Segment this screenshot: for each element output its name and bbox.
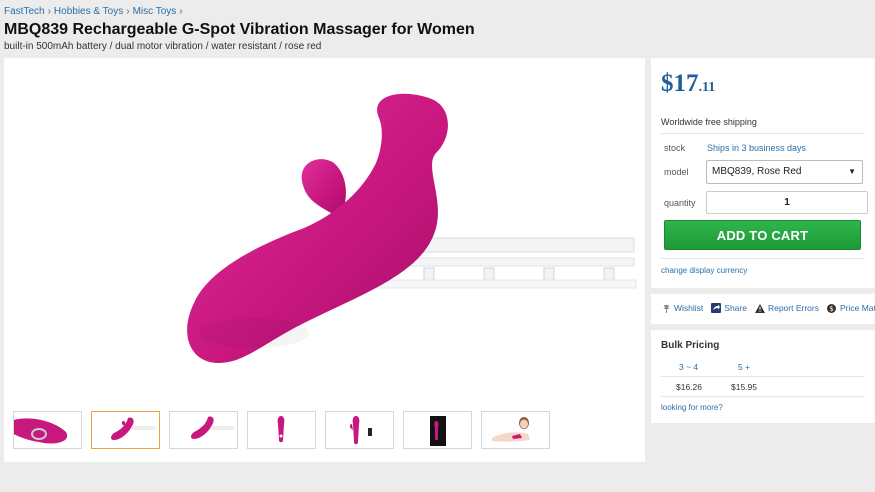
- breadcrumb-hobbies-toys[interactable]: Hobbies & Toys: [54, 6, 123, 17]
- share-icon: [711, 303, 722, 313]
- stock-value: Ships in 3 business days: [707, 143, 807, 153]
- pin-icon: [661, 303, 671, 313]
- stock-label: stock: [664, 143, 686, 153]
- price-main: $17: [661, 70, 699, 97]
- bulk-tier-price: $16.26: [676, 382, 702, 392]
- breadcrumb: FastTech › Hobbies & Toys › Misc Toys ›: [4, 6, 186, 17]
- breadcrumb-separator: ›: [126, 6, 130, 17]
- bulk-tier-range: 3 ~ 4: [679, 362, 699, 372]
- thumbnail-strip: [13, 411, 550, 449]
- thumbnail[interactable]: [13, 411, 82, 449]
- thumbnail[interactable]: [403, 411, 472, 449]
- price-tag-icon: $: [827, 303, 837, 313]
- quantity-label: quantity: [664, 198, 696, 208]
- breadcrumb-misc-toys[interactable]: Misc Toys: [133, 6, 177, 17]
- product-title: MBQ839 Rechargeable G-Spot Vibration Mas…: [4, 21, 475, 38]
- bulk-tier-range: 5 +: [738, 362, 751, 372]
- chevron-down-icon: ▼: [848, 167, 856, 176]
- divider: [661, 258, 864, 259]
- wishlist-link[interactable]: Wishlist: [661, 303, 703, 313]
- breadcrumb-separator: ›: [47, 6, 51, 17]
- model-select-value: MBQ839, Rose Red: [712, 166, 802, 177]
- looking-for-more-link[interactable]: looking for more?: [661, 403, 723, 412]
- thumbnail[interactable]: [481, 411, 550, 449]
- bulk-tier-price: $15.95: [731, 382, 757, 392]
- bulk-pricing-panel: Bulk Pricing 3 ~ 4 5 + $16.26 $15.95 loo…: [651, 330, 875, 423]
- breadcrumb-fasttech[interactable]: FastTech: [4, 6, 45, 17]
- model-select[interactable]: MBQ839, Rose Red ▼: [706, 160, 863, 184]
- price-match-label: Price Match: [839, 303, 875, 313]
- report-errors-label: Report Errors: [767, 303, 819, 313]
- price: $17.11: [661, 70, 715, 98]
- thumbnail[interactable]: [247, 411, 316, 449]
- thumbnail[interactable]: [169, 411, 238, 449]
- add-to-cart-button[interactable]: ADD TO CART: [664, 220, 861, 250]
- quantity-input[interactable]: 1: [706, 191, 868, 214]
- model-label: model: [664, 167, 689, 177]
- change-currency-link[interactable]: change display currency: [661, 266, 747, 275]
- shipping-info: Worldwide free shipping: [661, 117, 757, 127]
- product-subtitle: built-in 500mAh battery / dual motor vib…: [4, 41, 322, 52]
- svg-text:$: $: [830, 305, 834, 313]
- price-match-link[interactable]: $ Price Match: [827, 303, 875, 313]
- thumbnail-active[interactable]: [91, 411, 160, 449]
- purchase-panel: $17.11 Worldwide free shipping stock Shi…: [651, 58, 875, 288]
- divider: [661, 396, 864, 397]
- share-label: Share: [724, 303, 747, 313]
- breadcrumb-separator: ›: [179, 6, 183, 17]
- price-cents: .11: [698, 80, 716, 95]
- main-product-image[interactable]: [4, 58, 645, 458]
- wishlist-label: Wishlist: [674, 303, 704, 313]
- actions-panel: Wishlist Share Report Errors $ Price Mat…: [651, 294, 875, 324]
- warning-icon: [754, 303, 765, 313]
- divider: [661, 133, 864, 134]
- report-errors-link[interactable]: Report Errors: [754, 303, 819, 313]
- product-gallery: [4, 58, 645, 462]
- divider: [661, 376, 864, 377]
- thumbnail[interactable]: [325, 411, 394, 449]
- bulk-pricing-title: Bulk Pricing: [661, 340, 720, 351]
- share-link[interactable]: Share: [711, 303, 747, 313]
